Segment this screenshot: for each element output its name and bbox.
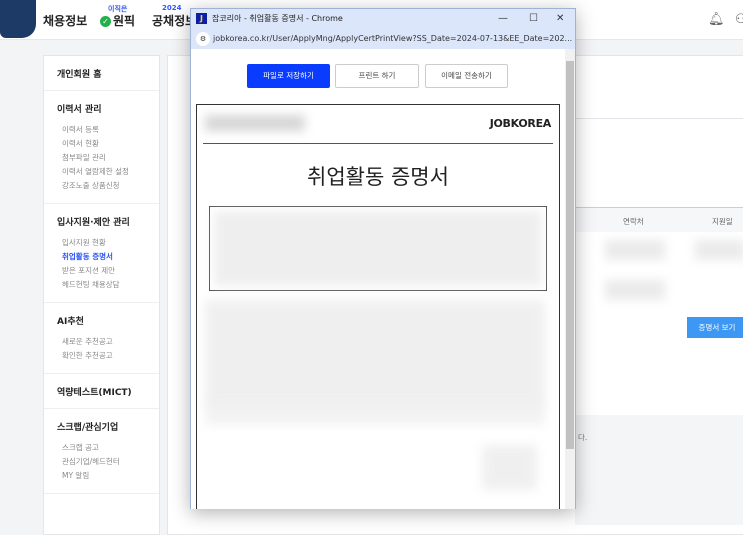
col-contact: 연락처 bbox=[623, 217, 644, 226]
mascot-image bbox=[0, 0, 36, 38]
blurred-header bbox=[205, 115, 305, 131]
sidebar-item[interactable]: 관심기업/헤드헌터 bbox=[57, 455, 159, 469]
sidebar-item[interactable]: 첨부파일 관리 bbox=[57, 151, 159, 165]
print-button[interactable]: 프린트 하기 bbox=[335, 64, 419, 88]
save-file-button[interactable]: 파일로 저장하기 bbox=[247, 64, 330, 88]
certificate-document: JOBKOREA 취업활동 증명서 bbox=[196, 104, 560, 509]
minimize-icon[interactable]: — bbox=[498, 9, 508, 29]
sidebar-item-active[interactable]: 취업활동 증명서 bbox=[57, 250, 159, 264]
popup-window: J 잡코리아 - 취업활동 증명서 - Chrome — ☐ ✕ ⚙ jobko… bbox=[190, 8, 576, 509]
section-title[interactable]: 이력서 관리 bbox=[57, 102, 159, 115]
blurred-seal bbox=[482, 445, 537, 490]
nav-label: 원픽 bbox=[113, 14, 136, 28]
col-date: 지원일 bbox=[712, 217, 733, 226]
popup-titlebar[interactable]: J 잡코리아 - 취업활동 증명서 - Chrome — ☐ ✕ bbox=[191, 9, 575, 29]
popup-content: 파일로 저장하기 프린트 하기 이메일 전송하기 JOBKOREA 취업활동 증… bbox=[191, 49, 566, 509]
sidebar-section: 역량테스트(MICT) bbox=[44, 374, 159, 409]
divider bbox=[203, 143, 553, 144]
section-title[interactable]: AI추천 bbox=[57, 314, 159, 327]
sidebar-item[interactable]: 이력서 등록 bbox=[57, 123, 159, 137]
check-icon: ✓ bbox=[100, 16, 111, 27]
table-header: 연락처 지원일 bbox=[575, 207, 743, 232]
sidebar-item[interactable]: 새로운 추천공고 bbox=[57, 335, 159, 349]
blurred-info bbox=[214, 211, 542, 286]
nav-label: 채용정보 bbox=[43, 14, 88, 28]
site-settings-icon[interactable]: ⚙ bbox=[196, 32, 210, 46]
sidebar-home[interactable]: 개인회원 홈 bbox=[44, 56, 159, 91]
sidebar-item[interactable]: 스크랩 공고 bbox=[57, 441, 159, 455]
sidebar-section: 스크랩/관심기업 스크랩 공고 관심기업/헤드헌터 MY 알림 bbox=[44, 409, 159, 494]
view-certificate-button[interactable]: 증명서 보기 bbox=[687, 317, 743, 338]
sidebar-section: 입사지원·제안 관리 입사지원 현황 취업활동 증명서 받은 포지션 제안 헤드… bbox=[44, 204, 159, 303]
blurred-cell bbox=[605, 280, 665, 300]
nav-jobs[interactable]: 채용정보 bbox=[43, 12, 87, 29]
applicant-info-box bbox=[209, 206, 547, 291]
blurred-cell bbox=[695, 240, 743, 260]
address-bar[interactable]: ⚙ jobkorea.co.kr/User/ApplyMng/ApplyCert… bbox=[191, 29, 575, 49]
close-icon[interactable]: ✕ bbox=[556, 9, 564, 29]
certificate-title: 취업활동 증명서 bbox=[307, 165, 449, 189]
nav-sup: 2024 bbox=[162, 4, 182, 12]
sidebar-item[interactable]: 확인한 추천공고 bbox=[57, 349, 159, 363]
jobkorea-brand: JOBKOREA bbox=[489, 117, 552, 130]
email-button[interactable]: 이메일 전송하기 bbox=[425, 64, 508, 88]
scrollbar-thumb[interactable] bbox=[566, 61, 574, 449]
sidebar-home-label: 개인회원 홈 bbox=[57, 70, 102, 80]
bell-icon[interactable]: 🔔︎ bbox=[708, 12, 725, 27]
sidebar-item[interactable]: 입사지원 현황 bbox=[57, 236, 159, 250]
section-title[interactable]: 스크랩/관심기업 bbox=[57, 420, 159, 433]
blurred-cell bbox=[605, 240, 665, 260]
jobkorea-logo-icon: J bbox=[196, 13, 207, 24]
sidebar-item[interactable]: 받은 포지션 제안 bbox=[57, 264, 159, 278]
nav-sup: 이직은 bbox=[108, 5, 128, 13]
maximize-icon[interactable]: ☐ bbox=[529, 9, 538, 29]
sidebar-section: AI추천 새로운 추천공고 확인한 추천공고 bbox=[44, 303, 159, 374]
sidebar-item[interactable]: 이력서 현황 bbox=[57, 137, 159, 151]
blurred-notes bbox=[205, 400, 545, 425]
url-text: jobkorea.co.kr/User/ApplyMng/ApplyCertPr… bbox=[213, 34, 573, 43]
footer-text: 다. bbox=[578, 433, 588, 442]
sidebar-item[interactable]: 이력서 열람제한 설정 bbox=[57, 165, 159, 179]
sidebar: 개인회원 홈 이력서 관리 이력서 등록 이력서 현황 첨부파일 관리 이력서 … bbox=[43, 55, 160, 535]
section-title[interactable]: 입사지원·제안 관리 bbox=[57, 215, 159, 228]
user-icon[interactable]: ⚇ bbox=[735, 12, 743, 27]
section-title[interactable]: 역량테스트(MICT) bbox=[57, 385, 159, 398]
footer-notice: 다. bbox=[575, 415, 743, 525]
sidebar-item[interactable]: 헤드헌팅 채용상담 bbox=[57, 278, 159, 292]
nav-onepick[interactable]: 이직은 ✓ 원픽 bbox=[100, 5, 136, 29]
scrollbar[interactable] bbox=[565, 49, 575, 509]
sidebar-item[interactable]: 강조노출 상품신청 bbox=[57, 179, 159, 193]
sidebar-section: 이력서 관리 이력서 등록 이력서 현황 첨부파일 관리 이력서 열람제한 설정… bbox=[44, 91, 159, 204]
sidebar-item[interactable]: MY 알림 bbox=[57, 469, 159, 483]
divider bbox=[575, 118, 743, 119]
blurred-table bbox=[205, 300, 545, 405]
popup-title: 잡코리아 - 취업활동 증명서 - Chrome bbox=[212, 14, 343, 23]
